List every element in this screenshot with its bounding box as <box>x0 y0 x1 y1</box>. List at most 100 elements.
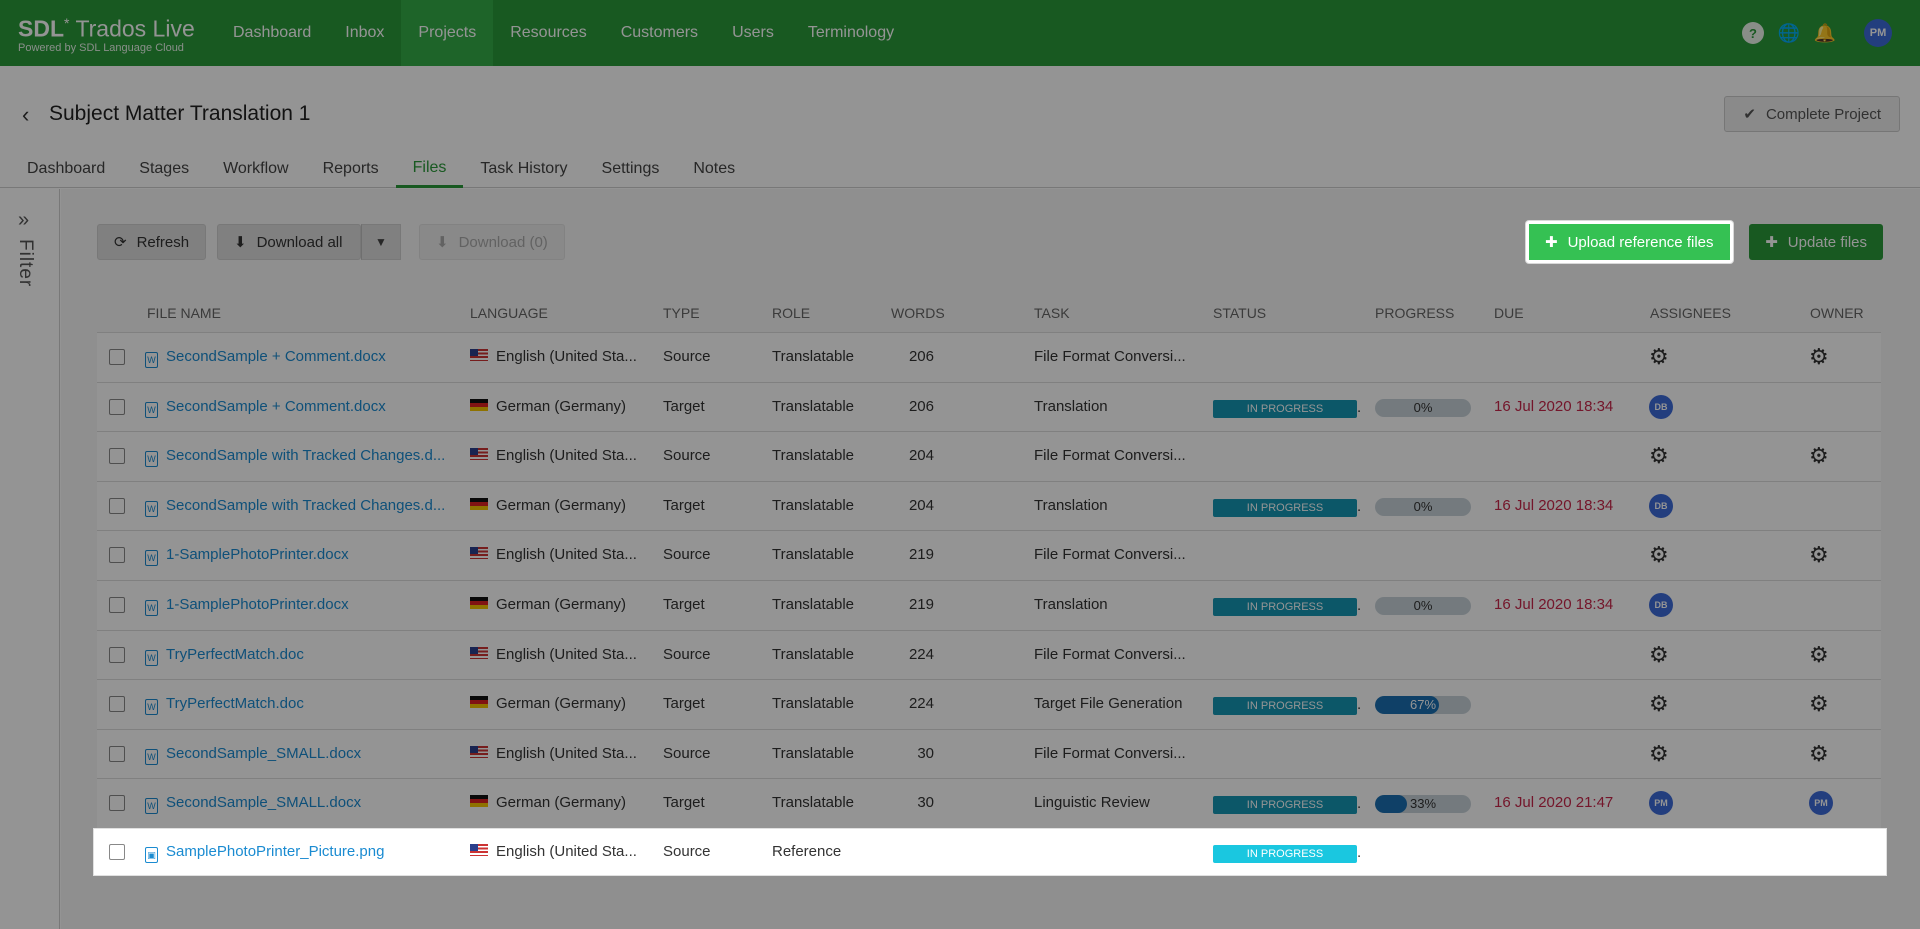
row-checkbox[interactable] <box>109 596 125 613</box>
column-header-role[interactable]: ROLE <box>772 305 810 321</box>
row-checkbox[interactable] <box>109 448 125 465</box>
row-checkbox[interactable] <box>109 398 125 415</box>
row-checkbox[interactable] <box>109 795 125 812</box>
column-header-status[interactable]: STATUS <box>1213 305 1266 321</box>
tab-reports[interactable]: Reports <box>306 150 396 188</box>
bell-icon[interactable]: 🔔 <box>1814 22 1836 44</box>
gear-icon[interactable]: ⚙ <box>1649 741 1669 766</box>
column-header-file-name[interactable]: FILE NAME <box>147 305 221 321</box>
column-header-language[interactable]: LANGUAGE <box>470 305 548 321</box>
tab-files[interactable]: Files <box>395 150 464 188</box>
tab-task-history[interactable]: Task History <box>463 150 584 188</box>
file-name-link[interactable]: SecondSample + Comment.docx <box>166 348 386 365</box>
assignee-avatar[interactable]: DB <box>1649 493 1673 518</box>
task-cell[interactable]: Target File Generation <box>1034 695 1204 712</box>
gear-icon[interactable]: ⚙ <box>1649 542 1669 567</box>
update-files-button[interactable]: ✚ Update files <box>1749 224 1883 260</box>
file-name-link[interactable]: TryPerfectMatch.doc <box>166 646 304 663</box>
row-checkbox[interactable] <box>109 497 125 514</box>
task-cell[interactable]: Translation <box>1034 497 1204 514</box>
task-cell[interactable]: File Format Conversi... <box>1034 745 1204 762</box>
file-name-link[interactable]: SecondSample + Comment.docx <box>166 398 386 415</box>
row-checkbox[interactable] <box>109 696 125 713</box>
table-row[interactable]: W TryPerfectMatch.doc German (Germany) Targ… <box>97 679 1881 729</box>
tab-dashboard[interactable]: Dashboard <box>10 150 122 188</box>
table-row[interactable]: W SecondSample + Comment.docx German (Germ… <box>97 381 1881 432</box>
table-row[interactable]: W 1-SamplePhotoPrinter.docx German (German… <box>97 579 1881 630</box>
table-row[interactable]: W SecondSample_SMALL.docx German (Germany)… <box>97 778 1881 828</box>
column-header-owner[interactable]: OWNER <box>1810 305 1864 321</box>
gear-icon[interactable]: ⚙ <box>1649 691 1669 716</box>
row-checkbox[interactable] <box>109 745 125 762</box>
column-header-type[interactable]: TYPE <box>663 305 700 321</box>
task-cell[interactable]: File Format Conversi... <box>1034 348 1204 365</box>
gear-icon[interactable]: ⚙ <box>1809 741 1829 766</box>
globe-icon[interactable]: 🌐 <box>1778 22 1800 44</box>
column-header-progress[interactable]: PROGRESS <box>1375 305 1454 321</box>
file-name-link[interactable]: SecondSample with Tracked Changes.d... <box>166 497 445 514</box>
nav-item-projects[interactable]: Projects <box>401 0 494 66</box>
row-checkbox[interactable] <box>109 547 125 564</box>
complete-project-button[interactable]: ✔ Complete Project <box>1724 96 1900 132</box>
gear-icon[interactable]: ⚙ <box>1809 691 1829 716</box>
gear-icon[interactable]: ⚙ <box>1809 344 1829 369</box>
row-checkbox[interactable] <box>109 349 125 365</box>
gear-icon[interactable]: ⚙ <box>1809 443 1829 468</box>
nav-item-dashboard[interactable]: Dashboard <box>216 0 328 66</box>
expand-double-chevron-icon[interactable]: » <box>18 209 29 232</box>
back-chevron-icon[interactable]: ‹ <box>22 102 29 128</box>
table-row[interactable]: W SecondSample + Comment.docx English (Uni… <box>97 332 1881 382</box>
download-options-chevron-down-icon[interactable]: ▼ <box>361 224 401 260</box>
task-cell[interactable]: Linguistic Review <box>1034 794 1204 811</box>
download-selected-button[interactable]: ⬇ Download (0) <box>419 224 565 260</box>
task-cell[interactable]: File Format Conversi... <box>1034 646 1204 663</box>
nav-item-terminology[interactable]: Terminology <box>791 0 911 66</box>
brand-logo[interactable]: SDL* Trados Live Powered by SDL Language… <box>0 12 216 54</box>
table-row[interactable]: W SecondSample with Tracked Changes.d... G… <box>97 480 1881 531</box>
owner-avatar[interactable]: PM <box>1809 791 1833 816</box>
upload-reference-files-button[interactable]: ✚ Upload reference files <box>1526 221 1733 263</box>
gear-icon[interactable]: ⚙ <box>1809 542 1829 567</box>
table-row[interactable]: W TryPerfectMatch.doc English (United Sta.… <box>97 629 1881 680</box>
tab-notes[interactable]: Notes <box>676 150 752 188</box>
file-name-link[interactable]: TryPerfectMatch.doc <box>166 695 304 712</box>
assignee-avatar[interactable]: DB <box>1649 592 1673 617</box>
file-name-link[interactable]: 1-SamplePhotoPrinter.docx <box>166 596 349 613</box>
download-all-button[interactable]: ⬇ Download all <box>217 224 361 260</box>
tab-stages[interactable]: Stages <box>122 150 206 188</box>
refresh-button[interactable]: ⟳ Refresh <box>97 224 207 260</box>
task-cell[interactable]: Translation <box>1034 398 1204 415</box>
nav-item-inbox[interactable]: Inbox <box>328 0 401 66</box>
row-checkbox[interactable] <box>109 646 125 663</box>
table-row[interactable]: ▣ SamplePhotoPrinter_Picture.png English (… <box>97 832 1883 872</box>
assignee-avatar[interactable]: PM <box>1649 791 1673 816</box>
gear-icon[interactable]: ⚙ <box>1649 443 1669 468</box>
row-checkbox[interactable] <box>109 844 125 860</box>
table-row[interactable]: W SecondSample_SMALL.docx English (United … <box>97 728 1881 779</box>
file-name-link[interactable]: SecondSample_SMALL.docx <box>166 794 361 811</box>
assignee-avatar[interactable]: DB <box>1649 394 1673 419</box>
nav-item-users[interactable]: Users <box>715 0 791 66</box>
file-name-link[interactable]: SecondSample_SMALL.docx <box>166 745 361 762</box>
help-icon[interactable]: ? <box>1742 22 1764 44</box>
task-cell[interactable]: File Format Conversi... <box>1034 546 1204 563</box>
filter-label[interactable]: Filter <box>14 239 36 287</box>
file-name-link[interactable]: SecondSample with Tracked Changes.d... <box>166 447 445 464</box>
gear-icon[interactable]: ⚙ <box>1809 642 1829 667</box>
gear-icon[interactable]: ⚙ <box>1649 344 1669 369</box>
nav-item-customers[interactable]: Customers <box>604 0 715 66</box>
user-avatar[interactable]: PM <box>1864 19 1892 47</box>
file-name-link[interactable]: SamplePhotoPrinter_Picture.png <box>166 843 384 860</box>
task-cell[interactable]: File Format Conversi... <box>1034 447 1204 464</box>
tab-workflow[interactable]: Workflow <box>206 150 306 188</box>
file-name-link[interactable]: 1-SamplePhotoPrinter.docx <box>166 546 349 563</box>
column-header-words[interactable]: WORDS <box>891 305 945 321</box>
column-header-task[interactable]: TASK <box>1034 305 1070 321</box>
gear-icon[interactable]: ⚙ <box>1649 642 1669 667</box>
tab-settings[interactable]: Settings <box>585 150 677 188</box>
table-row[interactable]: W SecondSample with Tracked Changes.d... E… <box>97 431 1881 481</box>
table-row[interactable]: W 1-SamplePhotoPrinter.docx English (Unite… <box>97 530 1881 580</box>
column-header-assignees[interactable]: ASSIGNEES <box>1650 305 1731 321</box>
nav-item-resources[interactable]: Resources <box>493 0 603 66</box>
task-cell[interactable]: Translation <box>1034 596 1204 613</box>
